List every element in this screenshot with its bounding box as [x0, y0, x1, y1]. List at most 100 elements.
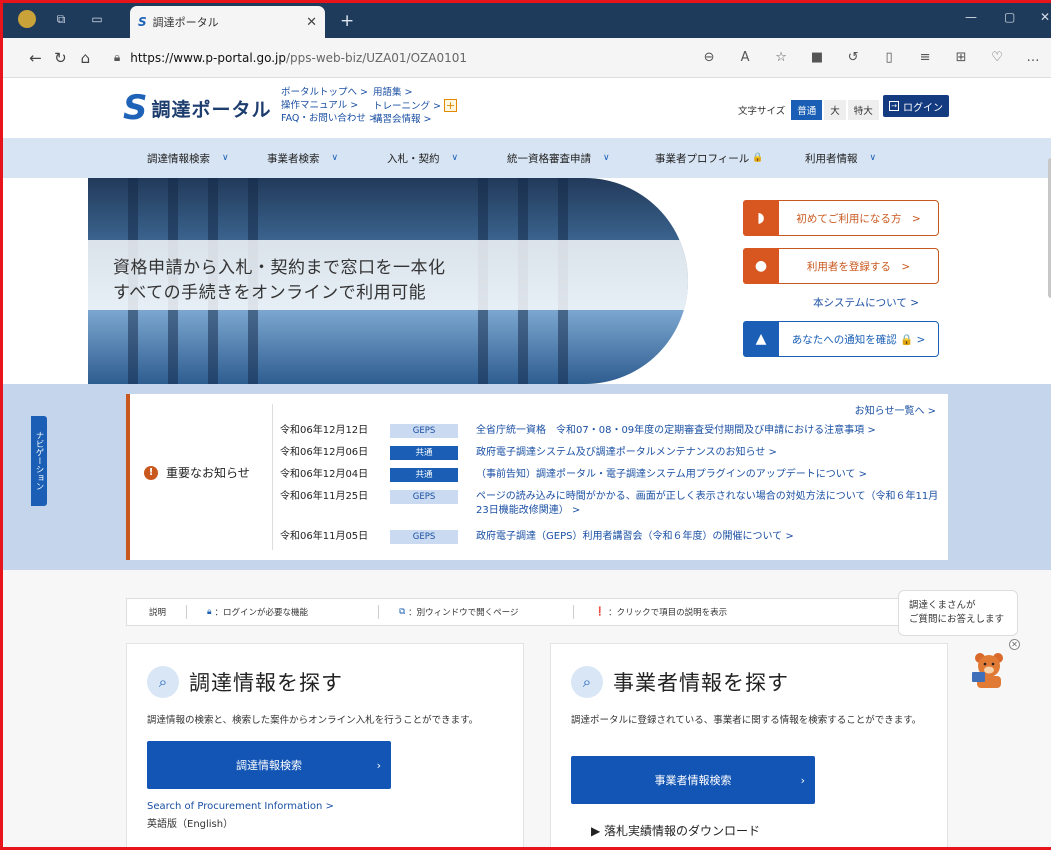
notice-link[interactable]: （事前告知）調達ポータル・電子調達システム用プラグインのアップデートについて >	[476, 468, 946, 482]
profile-icon[interactable]	[18, 10, 36, 28]
expand-icon[interactable]: +	[443, 99, 457, 112]
font-size-large[interactable]: 大	[824, 100, 846, 120]
workspaces-icon[interactable]: ⧉	[50, 8, 72, 30]
notice-link[interactable]: ページの読み込みに時間がかかる、画面が正しく表示されない場合の対処方法について（…	[476, 490, 946, 518]
english-search-link[interactable]: Search of Procurement Information >	[147, 801, 334, 812]
user-icon: ●	[743, 248, 779, 284]
read-aloud-icon[interactable]: A	[727, 50, 763, 65]
site-logo[interactable]: S 調達ポータル	[123, 88, 272, 128]
chat-line-2: ご質問にお答えします	[909, 614, 1005, 625]
about-system-link[interactable]: 本システムについて >	[813, 295, 919, 310]
notice-date: 令和06年12月12日	[280, 425, 369, 436]
lock-icon: 🔒︎	[113, 50, 121, 64]
notices-heading-text: 重要なお知らせ	[166, 466, 250, 480]
nav-business-profile[interactable]: 事業者プロフィール 🔒	[641, 138, 791, 178]
close-window-icon[interactable]: ✕	[1040, 10, 1050, 24]
more-icon[interactable]: …	[1015, 50, 1051, 65]
hero-section: 資格申請から入札・契約まで窓口を一本化 すべての手続きをオンラインで利用可能 ◗…	[3, 178, 1051, 384]
search-document-icon: ⌕	[147, 666, 179, 698]
favorite-icon[interactable]: ☆	[763, 50, 799, 65]
exclamation-icon: !	[144, 465, 158, 480]
divider	[378, 605, 380, 619]
tab-actions-icon[interactable]: ▭	[86, 8, 108, 30]
nav-bid-contract[interactable]: 入札・契約 ∨	[373, 138, 493, 178]
nav-user-info[interactable]: 利用者情報 ∨	[791, 138, 911, 178]
refresh-icon[interactable]: ↻	[48, 49, 73, 67]
procurement-search-button[interactable]: 調達情報検索 ›	[147, 741, 391, 789]
main-nav: 調達情報検索 ∨ 事業者検索 ∨ 入札・契約 ∨ 統一資格審査申請 ∨ 事業者プロフィー…	[3, 138, 1051, 178]
link-seminar[interactable]: 講習会情報 >	[373, 113, 457, 126]
new-tab-button[interactable]: +	[340, 11, 354, 31]
navigation-side-tab[interactable]: ナビゲーション	[31, 416, 47, 506]
hero-line-1: 資格申請から入札・契約まで窓口を一本化	[113, 258, 446, 278]
legend-new-window: ：別ウィンドウで開くページ	[408, 608, 519, 618]
notice-row: 令和06年11月25日 GEPS ページの読み込みに時間がかかる、画面が正しく表…	[280, 490, 946, 518]
chevron-down-icon: ∨	[451, 153, 459, 163]
register-user-button[interactable]: ● 利用者を登録する >	[743, 248, 939, 284]
tab-close-icon[interactable]: ✕	[306, 15, 317, 30]
tab-favicon: S	[138, 15, 147, 29]
address-bar: ← ↻ ⌂ 🔒︎ https://www.p-portal.go.jp /pps…	[3, 38, 1051, 78]
font-size-label: 文字サイズ	[738, 106, 786, 117]
business-search-button[interactable]: 事業者情報検索 ›	[571, 756, 815, 804]
minimize-icon[interactable]: —	[965, 10, 977, 24]
chevron-right-icon: ›	[800, 773, 805, 787]
link-training[interactable]: トレーニング >	[373, 101, 441, 112]
notice-link[interactable]: 全省庁統一資格 令和07・08・09年度の定期審査受付期間及び申請における注意事…	[476, 424, 946, 438]
nav-qualification[interactable]: 統一資格審査申請 ∨	[493, 138, 641, 178]
link-portal-top[interactable]: ポータルトップへ >	[281, 86, 377, 99]
nav-business-search[interactable]: 事業者検索 ∨	[253, 138, 373, 178]
award-download-link[interactable]: ▶ 落札実績情報のダウンロード	[591, 822, 760, 839]
url-field[interactable]: 🔒︎ https://www.p-portal.go.jp /pps-web-b…	[114, 45, 791, 71]
notice-link[interactable]: 政府電子調達（GEPS）利用者講習会（令和６年度）の開催について >	[476, 530, 946, 544]
bear-mascot-icon[interactable]	[968, 650, 1010, 690]
nav-label: 調達情報検索	[147, 152, 210, 165]
maximize-icon[interactable]: ▢	[1004, 10, 1015, 24]
header-links-2: 用語集 > トレーニング > + 講習会情報 >	[373, 86, 457, 126]
font-size-xlarge[interactable]: 特大	[847, 100, 879, 120]
login-button[interactable]: → ログイン	[883, 95, 949, 117]
logo-mark: S	[123, 88, 148, 128]
font-size-normal[interactable]: 普通	[791, 100, 823, 120]
notice-row: 令和06年11月05日 GEPS 政府電子調達（GEPS）利用者講習会（令和６年…	[280, 530, 946, 544]
procurement-title: 調達情報を探す	[189, 671, 343, 695]
notice-date: 令和06年11月25日	[280, 491, 369, 502]
browser-tab[interactable]: S 調達ポータル ✕	[130, 6, 325, 38]
check-notices-button[interactable]: ▲ あなたへの通知を確認 🔒 >	[743, 321, 939, 357]
nav-label: 事業者検索	[267, 152, 320, 165]
zoom-icon[interactable]: ⊖	[691, 50, 727, 65]
check-notices-label: あなたへの通知を確認 🔒 >	[791, 333, 926, 346]
back-icon[interactable]: ←	[23, 49, 48, 67]
extension-icon[interactable]: ■	[799, 50, 835, 65]
url-host: https://www.p-portal.go.jp	[130, 50, 286, 65]
browser-essentials-icon[interactable]: ♡	[979, 50, 1015, 65]
link-faq[interactable]: FAQ・お問い合わせ >	[281, 112, 377, 125]
nav-label: 統一資格審査申請	[507, 152, 591, 165]
beginner-icon: ◗	[743, 200, 779, 236]
bell-icon: ▲	[743, 321, 779, 357]
notice-link[interactable]: 政府電子調達システム及び調達ポータルメンテナンスのお知らせ >	[476, 446, 946, 460]
link-glossary[interactable]: 用語集 >	[373, 86, 457, 99]
collections-icon[interactable]: ⊞	[943, 50, 979, 65]
link-manual[interactable]: 操作マニュアル >	[281, 99, 377, 112]
chevron-down-icon: ∨	[603, 153, 610, 163]
all-notices-link[interactable]: お知らせ一覧へ >	[855, 402, 936, 417]
first-time-button[interactable]: ◗ 初めてご利用になる方 >	[743, 200, 939, 236]
refresh-ext-icon[interactable]: ↺	[835, 50, 871, 65]
notice-tag: 共通	[390, 446, 458, 460]
chat-close-icon[interactable]: ✕	[1009, 639, 1020, 650]
nav-procurement-search[interactable]: 調達情報検索 ∨	[133, 138, 253, 178]
chevron-down-icon: ∨	[869, 153, 877, 163]
notice-tag: GEPS	[390, 530, 458, 544]
split-screen-icon[interactable]: ▯	[871, 50, 907, 65]
procurement-search-label: 調達情報検索	[236, 759, 302, 772]
notices-heading: ! 重要なお知らせ	[144, 464, 250, 481]
chat-bubble[interactable]: 調達くまさんが ご質問にお答えします	[898, 590, 1018, 636]
notice-tag: 共通	[390, 468, 458, 482]
hero-tagline: 資格申請から入札・契約まで窓口を一本化 すべての手続きをオンラインで利用可能	[113, 256, 446, 306]
english-version-label: 英語版（English）	[147, 819, 234, 830]
important-notices: ! 重要なお知らせ お知らせ一覧へ > 令和06年12月12日 GEPS 全省庁…	[126, 394, 948, 560]
favorites-list-icon[interactable]: ≡	[907, 50, 943, 65]
home-icon[interactable]: ⌂	[73, 49, 98, 67]
search-business-icon: ⌕	[571, 666, 603, 698]
